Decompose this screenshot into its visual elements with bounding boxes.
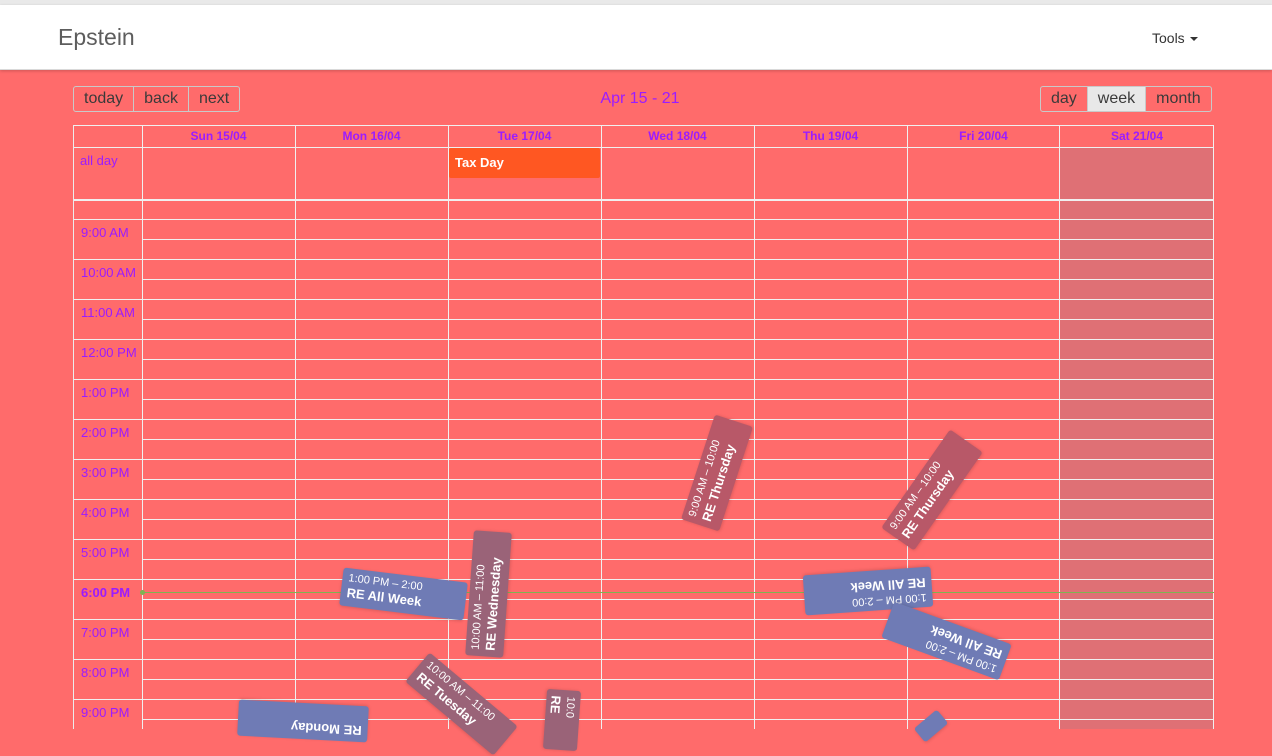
grid-line [142, 519, 1214, 520]
time-label: 12:00 PM [81, 345, 137, 360]
time-label: 11:00 AM [81, 305, 135, 320]
week-view-button[interactable]: week [1087, 86, 1147, 112]
all-day-label: all day [80, 153, 118, 168]
day-header-sat[interactable]: Sat 21/04 [1060, 129, 1214, 143]
today-button[interactable]: today [73, 86, 135, 112]
grid-line [142, 639, 1214, 640]
navigation-button-group: today back next [73, 86, 241, 112]
date-range-title: Apr 15 - 21 [600, 90, 680, 107]
time-label: 3:00 PM [81, 465, 130, 480]
grid-column-line [754, 125, 755, 729]
grid-line [74, 659, 1214, 660]
grid-line [142, 679, 1214, 680]
grid-line [74, 199, 1214, 201]
time-label: 10:00 AM [81, 265, 136, 280]
grid-line [74, 419, 1214, 420]
event-re-thursday[interactable]: 9:00 AM – 10:00 RE Thursday [680, 414, 754, 532]
grid-line [74, 619, 1214, 620]
grid-column-line [1213, 125, 1214, 729]
brand-logo[interactable]: Epstein [58, 24, 135, 51]
next-button[interactable]: next [188, 86, 241, 112]
grid-column-line [601, 125, 602, 729]
time-label: 2:00 PM [81, 425, 130, 440]
grid-line [142, 239, 1214, 240]
day-header-tue[interactable]: Tue 17/04 [448, 129, 601, 143]
tools-dropdown[interactable]: Tools [1152, 30, 1198, 46]
tools-dropdown-label: Tools [1152, 30, 1185, 46]
current-time-label: 6:00 PM [81, 585, 131, 600]
day-view-button[interactable]: day [1040, 86, 1088, 112]
grid-line [74, 125, 1214, 126]
grid-line [74, 539, 1214, 540]
view-button-group: day week month [1040, 86, 1212, 112]
day-header-wed[interactable]: Wed 18/04 [601, 129, 754, 143]
event-re-monday[interactable]: RE Monday [237, 699, 369, 743]
grid-column-line [448, 125, 449, 729]
grid-line [142, 479, 1214, 480]
event-re-all-week[interactable]: 1:00 PM – 2:00 RE All Week [881, 601, 1012, 681]
all-day-event-tax-day[interactable]: Tax Day [449, 148, 600, 178]
event-re-thursday[interactable]: 9:00 AM – 10:00 RE Thursday [881, 429, 983, 551]
time-label: 9:00 PM [81, 705, 130, 720]
event-re-tuesday[interactable]: 10:00 AM – 11:00 RE Tuesday [405, 652, 518, 756]
month-view-button[interactable]: month [1146, 86, 1212, 112]
grid-line [142, 559, 1214, 560]
grid-line [74, 459, 1214, 460]
event-title: RE Monday [290, 719, 362, 739]
event-title: RE [547, 695, 564, 715]
time-label: 4:00 PM [81, 505, 130, 520]
grid-line [142, 439, 1214, 440]
week-calendar: Sun 15/04 Mon 16/04 Tue 17/04 Wed 18/04 … [73, 125, 1214, 756]
grid-line [74, 299, 1214, 300]
day-header-sun[interactable]: Sun 15/04 [142, 129, 295, 143]
grid-line [142, 399, 1214, 400]
navbar: Epstein Tools [0, 5, 1272, 70]
current-time-indicator [142, 592, 1214, 593]
grid-column-line [142, 125, 143, 729]
time-label: 5:00 PM [81, 545, 130, 560]
caret-down-icon [1189, 37, 1198, 42]
grid-column-line [1059, 125, 1060, 729]
time-label: 1:00 PM [81, 385, 130, 400]
grid-line [74, 499, 1214, 500]
event-partial-edge[interactable] [913, 709, 949, 743]
grid-line [142, 599, 1214, 600]
grid-line [142, 319, 1214, 320]
grid-column-line [295, 125, 296, 729]
grid-line [74, 379, 1214, 380]
current-time-dot [140, 590, 145, 595]
grid-line [74, 219, 1214, 220]
time-label: 8:00 PM [81, 665, 130, 680]
grid-line [142, 359, 1214, 360]
grid-line [74, 147, 1214, 148]
time-label: 9:00 AM [81, 225, 129, 240]
back-button[interactable]: back [134, 86, 189, 112]
grid-line [74, 259, 1214, 260]
event-re-partial[interactable]: 10:0 RE [542, 688, 582, 752]
grid-line [142, 279, 1214, 280]
time-label: 7:00 PM [81, 625, 130, 640]
grid-line [74, 579, 1214, 580]
day-header-mon[interactable]: Mon 16/04 [295, 129, 448, 143]
grid-line [74, 339, 1214, 340]
day-header-fri[interactable]: Fri 20/04 [907, 129, 1060, 143]
day-header-thu[interactable]: Thu 19/04 [754, 129, 907, 143]
